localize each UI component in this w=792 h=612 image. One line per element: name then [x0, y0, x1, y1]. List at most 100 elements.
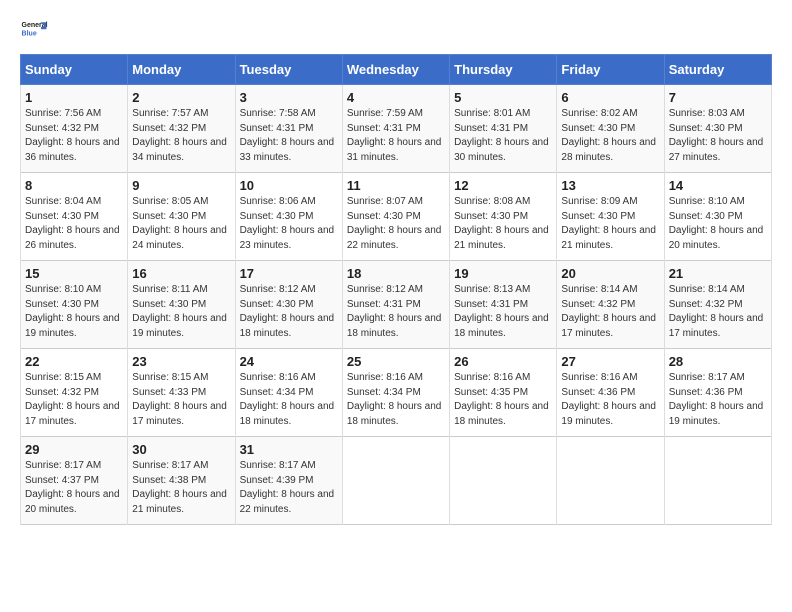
day-number: 19 — [454, 266, 552, 281]
calendar-cell: 18 Sunrise: 8:12 AM Sunset: 4:31 PM Dayl… — [342, 261, 449, 349]
day-number: 9 — [132, 178, 230, 193]
day-info: Sunrise: 8:16 AM Sunset: 4:35 PM Dayligh… — [454, 371, 552, 429]
day-info: Sunrise: 8:10 AM Sunset: 4:30 PM Dayligh… — [669, 195, 767, 253]
day-info: Sunrise: 8:15 AM Sunset: 4:33 PM Dayligh… — [132, 371, 230, 429]
day-info: Sunrise: 8:12 AM Sunset: 4:30 PM Dayligh… — [240, 283, 338, 341]
calendar-cell: 7 Sunrise: 8:03 AM Sunset: 4:30 PM Dayli… — [664, 85, 771, 173]
day-number: 7 — [669, 90, 767, 105]
day-info: Sunrise: 8:17 AM Sunset: 4:36 PM Dayligh… — [669, 371, 767, 429]
day-number: 23 — [132, 354, 230, 369]
day-info: Sunrise: 7:57 AM Sunset: 4:32 PM Dayligh… — [132, 107, 230, 165]
logo: General Blue — [20, 16, 48, 44]
day-number: 6 — [561, 90, 659, 105]
day-info: Sunrise: 8:07 AM Sunset: 4:30 PM Dayligh… — [347, 195, 445, 253]
day-info: Sunrise: 8:06 AM Sunset: 4:30 PM Dayligh… — [240, 195, 338, 253]
day-number: 29 — [25, 442, 123, 457]
day-number: 16 — [132, 266, 230, 281]
day-info: Sunrise: 8:10 AM Sunset: 4:30 PM Dayligh… — [25, 283, 123, 341]
day-info: Sunrise: 8:12 AM Sunset: 4:31 PM Dayligh… — [347, 283, 445, 341]
calendar-cell: 4 Sunrise: 7:59 AM Sunset: 4:31 PM Dayli… — [342, 85, 449, 173]
calendar-header-row: SundayMondayTuesdayWednesdayThursdayFrid… — [21, 55, 772, 85]
calendar-cell: 15 Sunrise: 8:10 AM Sunset: 4:30 PM Dayl… — [21, 261, 128, 349]
day-info: Sunrise: 8:13 AM Sunset: 4:31 PM Dayligh… — [454, 283, 552, 341]
day-number: 18 — [347, 266, 445, 281]
day-number: 13 — [561, 178, 659, 193]
day-info: Sunrise: 7:56 AM Sunset: 4:32 PM Dayligh… — [25, 107, 123, 165]
calendar-week-row: 1 Sunrise: 7:56 AM Sunset: 4:32 PM Dayli… — [21, 85, 772, 173]
day-header-thursday: Thursday — [450, 55, 557, 85]
calendar-cell: 20 Sunrise: 8:14 AM Sunset: 4:32 PM Dayl… — [557, 261, 664, 349]
calendar-cell: 29 Sunrise: 8:17 AM Sunset: 4:37 PM Dayl… — [21, 437, 128, 525]
day-info: Sunrise: 8:04 AM Sunset: 4:30 PM Dayligh… — [25, 195, 123, 253]
calendar-cell: 6 Sunrise: 8:02 AM Sunset: 4:30 PM Dayli… — [557, 85, 664, 173]
day-number: 31 — [240, 442, 338, 457]
day-header-sunday: Sunday — [21, 55, 128, 85]
day-number: 22 — [25, 354, 123, 369]
day-header-saturday: Saturday — [664, 55, 771, 85]
day-info: Sunrise: 8:17 AM Sunset: 4:38 PM Dayligh… — [132, 459, 230, 517]
calendar-cell: 5 Sunrise: 8:01 AM Sunset: 4:31 PM Dayli… — [450, 85, 557, 173]
calendar-cell: 19 Sunrise: 8:13 AM Sunset: 4:31 PM Dayl… — [450, 261, 557, 349]
day-number: 1 — [25, 90, 123, 105]
calendar-cell: 1 Sunrise: 7:56 AM Sunset: 4:32 PM Dayli… — [21, 85, 128, 173]
day-info: Sunrise: 8:15 AM Sunset: 4:32 PM Dayligh… — [25, 371, 123, 429]
day-info: Sunrise: 8:03 AM Sunset: 4:30 PM Dayligh… — [669, 107, 767, 165]
calendar-cell: 23 Sunrise: 8:15 AM Sunset: 4:33 PM Dayl… — [128, 349, 235, 437]
calendar-cell: 12 Sunrise: 8:08 AM Sunset: 4:30 PM Dayl… — [450, 173, 557, 261]
day-info: Sunrise: 8:14 AM Sunset: 4:32 PM Dayligh… — [669, 283, 767, 341]
calendar-cell: 25 Sunrise: 8:16 AM Sunset: 4:34 PM Dayl… — [342, 349, 449, 437]
day-info: Sunrise: 8:16 AM Sunset: 4:34 PM Dayligh… — [240, 371, 338, 429]
calendar-cell — [342, 437, 449, 525]
day-number: 10 — [240, 178, 338, 193]
day-number: 28 — [669, 354, 767, 369]
calendar-cell: 13 Sunrise: 8:09 AM Sunset: 4:30 PM Dayl… — [557, 173, 664, 261]
day-info: Sunrise: 8:08 AM Sunset: 4:30 PM Dayligh… — [454, 195, 552, 253]
calendar-cell: 14 Sunrise: 8:10 AM Sunset: 4:30 PM Dayl… — [664, 173, 771, 261]
calendar-cell: 31 Sunrise: 8:17 AM Sunset: 4:39 PM Dayl… — [235, 437, 342, 525]
page-header: General Blue — [20, 16, 772, 44]
day-info: Sunrise: 8:11 AM Sunset: 4:30 PM Dayligh… — [132, 283, 230, 341]
day-number: 11 — [347, 178, 445, 193]
day-info: Sunrise: 8:17 AM Sunset: 4:37 PM Dayligh… — [25, 459, 123, 517]
calendar-week-row: 8 Sunrise: 8:04 AM Sunset: 4:30 PM Dayli… — [21, 173, 772, 261]
calendar-cell: 11 Sunrise: 8:07 AM Sunset: 4:30 PM Dayl… — [342, 173, 449, 261]
day-number: 4 — [347, 90, 445, 105]
calendar-cell: 2 Sunrise: 7:57 AM Sunset: 4:32 PM Dayli… — [128, 85, 235, 173]
calendar-cell: 27 Sunrise: 8:16 AM Sunset: 4:36 PM Dayl… — [557, 349, 664, 437]
day-info: Sunrise: 8:09 AM Sunset: 4:30 PM Dayligh… — [561, 195, 659, 253]
calendar-cell: 10 Sunrise: 8:06 AM Sunset: 4:30 PM Dayl… — [235, 173, 342, 261]
day-info: Sunrise: 7:58 AM Sunset: 4:31 PM Dayligh… — [240, 107, 338, 165]
calendar-cell — [450, 437, 557, 525]
day-info: Sunrise: 8:01 AM Sunset: 4:31 PM Dayligh… — [454, 107, 552, 165]
day-number: 2 — [132, 90, 230, 105]
day-number: 15 — [25, 266, 123, 281]
calendar-cell: 17 Sunrise: 8:12 AM Sunset: 4:30 PM Dayl… — [235, 261, 342, 349]
day-info: Sunrise: 8:16 AM Sunset: 4:34 PM Dayligh… — [347, 371, 445, 429]
day-number: 21 — [669, 266, 767, 281]
calendar-table: SundayMondayTuesdayWednesdayThursdayFrid… — [20, 54, 772, 525]
calendar-cell: 30 Sunrise: 8:17 AM Sunset: 4:38 PM Dayl… — [128, 437, 235, 525]
day-info: Sunrise: 8:05 AM Sunset: 4:30 PM Dayligh… — [132, 195, 230, 253]
calendar-cell — [557, 437, 664, 525]
day-number: 8 — [25, 178, 123, 193]
calendar-cell: 24 Sunrise: 8:16 AM Sunset: 4:34 PM Dayl… — [235, 349, 342, 437]
day-header-tuesday: Tuesday — [235, 55, 342, 85]
day-number: 25 — [347, 354, 445, 369]
logo-icon: General Blue — [20, 16, 48, 44]
day-number: 20 — [561, 266, 659, 281]
day-info: Sunrise: 8:02 AM Sunset: 4:30 PM Dayligh… — [561, 107, 659, 165]
calendar-cell: 8 Sunrise: 8:04 AM Sunset: 4:30 PM Dayli… — [21, 173, 128, 261]
day-number: 14 — [669, 178, 767, 193]
day-number: 5 — [454, 90, 552, 105]
calendar-cell: 21 Sunrise: 8:14 AM Sunset: 4:32 PM Dayl… — [664, 261, 771, 349]
day-info: Sunrise: 8:14 AM Sunset: 4:32 PM Dayligh… — [561, 283, 659, 341]
calendar-week-row: 22 Sunrise: 8:15 AM Sunset: 4:32 PM Dayl… — [21, 349, 772, 437]
calendar-cell: 22 Sunrise: 8:15 AM Sunset: 4:32 PM Dayl… — [21, 349, 128, 437]
day-number: 3 — [240, 90, 338, 105]
calendar-cell — [664, 437, 771, 525]
day-header-wednesday: Wednesday — [342, 55, 449, 85]
svg-text:Blue: Blue — [22, 30, 37, 37]
day-info: Sunrise: 8:17 AM Sunset: 4:39 PM Dayligh… — [240, 459, 338, 517]
day-number: 27 — [561, 354, 659, 369]
day-info: Sunrise: 7:59 AM Sunset: 4:31 PM Dayligh… — [347, 107, 445, 165]
